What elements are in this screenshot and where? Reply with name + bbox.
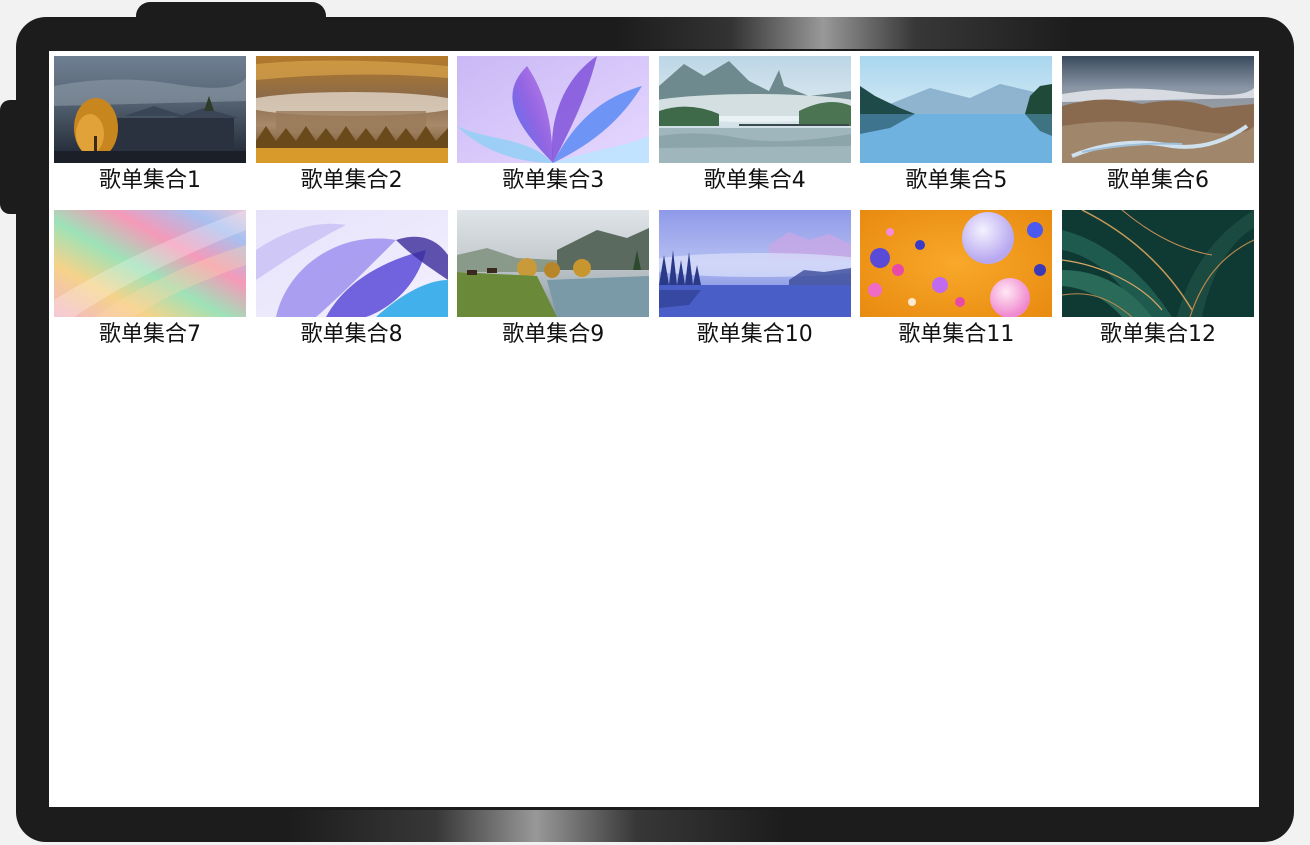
playlist-title: 歌单集合4 (703, 168, 806, 193)
playlist-card-12[interactable]: 歌单集合12 (1061, 210, 1254, 355)
playlist-cover (54, 56, 246, 163)
playlist-card-9[interactable]: 歌单集合9 (457, 210, 650, 355)
playlist-cover (457, 56, 650, 163)
playlist-title: 歌单集合8 (300, 322, 403, 347)
playlist-card-4[interactable]: 歌单集合4 (658, 56, 851, 201)
playlist-cover (54, 210, 246, 317)
playlist-card-7[interactable]: 歌单集合7 (54, 210, 246, 355)
playlist-title: 歌单集合10 (696, 322, 813, 347)
frame-highlight (616, 17, 1076, 49)
playlist-title: 歌单集合9 (502, 322, 605, 347)
playlist-cover (658, 210, 851, 317)
playlist-card-6[interactable]: 歌单集合6 (1061, 56, 1254, 201)
playlist-cover (1061, 210, 1254, 317)
playlist-card-1[interactable]: 歌单集合1 (54, 56, 246, 201)
playlist-card-2[interactable]: 歌单集合2 (255, 56, 448, 201)
playlist-title: 歌单集合3 (502, 168, 605, 193)
playlist-card-5[interactable]: 歌单集合5 (860, 56, 1053, 201)
playlist-cover (658, 56, 851, 163)
playlist-cover (860, 56, 1053, 163)
playlist-title: 歌单集合2 (300, 168, 403, 193)
playlist-card-10[interactable]: 歌单集合10 (658, 210, 851, 355)
playlist-title: 歌单集合6 (1106, 168, 1209, 193)
playlist-card-8[interactable]: 歌单集合8 (255, 210, 448, 355)
playlist-cover (255, 210, 448, 317)
playlist-cover (457, 210, 650, 317)
playlist-card-11[interactable]: 歌单集合11 (860, 210, 1053, 355)
playlist-title: 歌单集合7 (99, 322, 201, 347)
playlist-title: 歌单集合5 (905, 168, 1008, 193)
playlist-cover (1061, 56, 1254, 163)
playlist-card-3[interactable]: 歌单集合3 (457, 56, 650, 201)
playlist-grid: 歌单集合1 歌单集合2 歌单集合3 歌单集合4 歌单集合5 歌单集合6 歌单集合… (54, 56, 1254, 355)
playlist-title: 歌单集合1 (99, 168, 201, 193)
playlist-title: 歌单集合12 (1099, 322, 1216, 347)
app-screen: 歌单集合1 歌单集合2 歌单集合3 歌单集合4 歌单集合5 歌单集合6 歌单集合… (49, 51, 1259, 807)
frame-highlight (286, 810, 786, 842)
playlist-cover (860, 210, 1053, 317)
playlist-title: 歌单集合11 (898, 322, 1015, 347)
playlist-cover (255, 56, 448, 163)
